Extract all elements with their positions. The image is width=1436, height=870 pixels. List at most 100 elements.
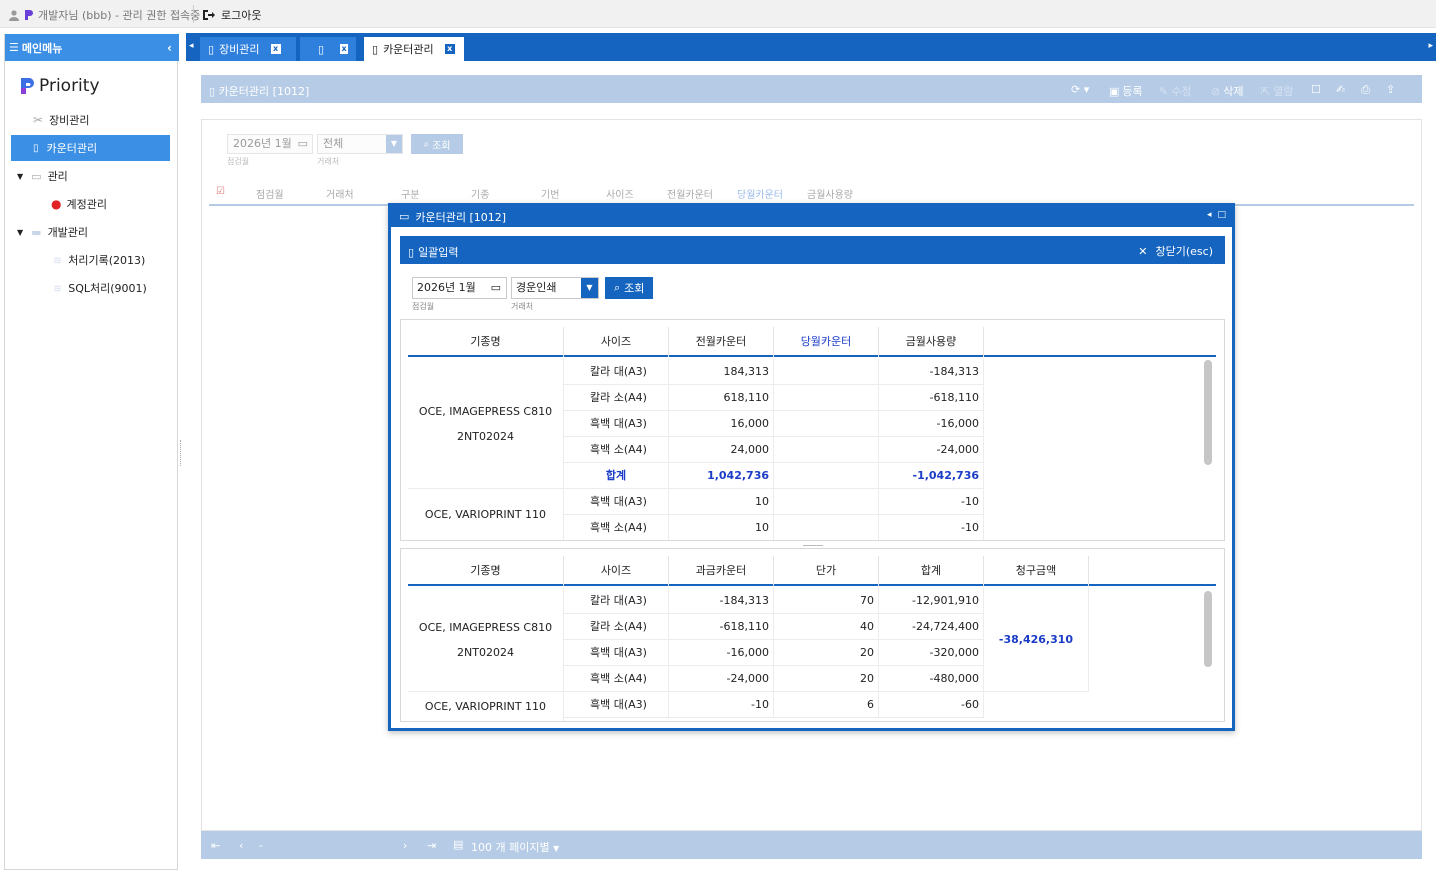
page-size-select[interactable]: 100 개 페이지별 ▼: [471, 839, 559, 855]
column-header[interactable]: 전월카운터: [669, 327, 774, 357]
users-icon: ●: [51, 197, 62, 211]
column-header[interactable]: 당월카운터: [737, 186, 783, 201]
collapse-chevron-icon[interactable]: ‹: [167, 41, 172, 55]
tab-scroll-right-icon[interactable]: ▸: [1428, 41, 1433, 51]
modal-vendor-label: 거래처: [511, 302, 534, 311]
column-header[interactable]: 점검월: [256, 186, 284, 201]
sidebar-item-label: 관리: [47, 170, 68, 183]
close-icon[interactable]: x: [444, 44, 455, 54]
first-page-icon[interactable]: ⇤: [211, 839, 220, 852]
top-bar: 개발자님 (bbb) - 관리 권한 접속중 로그아웃: [0, 0, 1436, 28]
pin-icon[interactable]: ◂: [1207, 210, 1212, 220]
sidebar-item-dev[interactable]: ▼ ▬ 개발관리: [17, 219, 173, 245]
column-header[interactable]: 단가: [774, 556, 879, 586]
column-header[interactable]: 기번: [541, 186, 559, 201]
grid-splitter[interactable]: [803, 545, 823, 547]
curr-count-cell[interactable]: [774, 515, 879, 540]
prev-count-cell: 24,000: [669, 437, 774, 463]
bill-total: -38,426,310: [998, 633, 1074, 646]
column-header[interactable]: 합계: [879, 556, 984, 586]
model-name: OCE, IMAGEPRESS C810: [418, 620, 553, 634]
next-page-icon[interactable]: ›: [403, 839, 407, 852]
tab-document[interactable]: ▯ x: [300, 37, 356, 61]
column-header[interactable]: 금월사용량: [807, 186, 853, 201]
size-cell: 흑백 대(A3): [564, 640, 669, 666]
maximize-icon[interactable]: □: [1217, 210, 1226, 220]
curr-count-cell[interactable]: [774, 437, 879, 463]
print-icon[interactable]: ⎙: [1361, 83, 1370, 97]
tab-scroll-left-icon[interactable]: ◂: [189, 41, 194, 51]
edit-icon: ✎: [1159, 84, 1169, 98]
tab-label: 카운터관리: [383, 43, 434, 56]
modal-vendor-select[interactable]: 경운인쇄 ▼: [511, 277, 599, 299]
sidebar-item-counter[interactable]: ▯ 카운터관리: [11, 135, 170, 161]
write-icon[interactable]: ✍: [1336, 83, 1345, 96]
curr-count-cell[interactable]: [774, 489, 879, 515]
checkbox-icon[interactable]: ☑: [216, 186, 225, 197]
close-icon: ✕: [1138, 244, 1148, 258]
refresh-button[interactable]: ⟳ ▾: [1071, 83, 1089, 96]
close-icon[interactable]: x: [340, 44, 348, 54]
document-icon: ▯: [372, 42, 379, 56]
resize-handle[interactable]: [180, 440, 182, 466]
sidebar-header[interactable]: ☰ 메인메뉴 ‹: [5, 34, 179, 61]
sidebar-item-label: 계정관리: [66, 198, 107, 211]
column-header[interactable]: 사이즈: [606, 186, 634, 201]
curr-count-cell[interactable]: [774, 411, 879, 437]
curr-count-cell[interactable]: [774, 385, 879, 411]
sidebar-item-accounts[interactable]: ● 계정관리: [51, 191, 171, 217]
sidebar-item-process-log[interactable]: ≋ 처리기록(2013): [53, 247, 171, 273]
window-icon: ▭: [399, 210, 410, 223]
column-header[interactable]: 기종명: [408, 327, 564, 357]
scrollbar[interactable]: [1204, 360, 1212, 465]
caret-down-icon: ▼: [553, 844, 560, 853]
tab-counter[interactable]: ▯ 카운터관리 x: [364, 37, 464, 61]
column-header[interactable]: 거래처: [326, 186, 354, 201]
billing-count-cell: -618,110: [669, 614, 774, 640]
tab-equipment[interactable]: ▯ 장비관리 x: [200, 37, 296, 61]
counter-grid-header: 기종명 사이즈 전월카운터 당월카운터 금월사용량: [408, 327, 1216, 357]
modal-header: ▭ 카운터관리 [1012] ◂ □: [391, 206, 1232, 227]
column-header[interactable]: 사이즈: [564, 327, 669, 357]
vendor-select[interactable]: 전체 ▼: [317, 134, 403, 154]
close-modal-button[interactable]: ✕ 창닫기(esc): [1138, 243, 1213, 259]
upload-icon[interactable]: ⇪: [1386, 83, 1395, 96]
pager: ⇤ ‹ - › ⇥ ▤ 100 개 페이지별 ▼: [201, 831, 1422, 859]
window-icon[interactable]: ☐: [1311, 83, 1321, 96]
register-button[interactable]: ▣ 등록: [1109, 83, 1143, 99]
last-page-icon[interactable]: ⇥: [427, 839, 436, 852]
column-header[interactable]: 당월카운터: [774, 327, 879, 357]
chevron-down-icon: ▼: [386, 135, 402, 153]
edit-button[interactable]: ✎ 수정: [1159, 83, 1191, 99]
list-icon: ▤: [453, 838, 464, 851]
register-label: 등록: [1122, 85, 1143, 98]
column-header[interactable]: 전월카운터: [667, 186, 713, 201]
search-button[interactable]: ⌕ 조회: [411, 134, 463, 154]
column-header[interactable]: 구분: [401, 186, 419, 201]
modal-search-button[interactable]: ⌕ 조회: [605, 277, 654, 299]
delete-button[interactable]: ⊘ 삭제: [1211, 83, 1243, 99]
column-header[interactable]: 과금카운터: [669, 556, 774, 586]
column-header[interactable]: 사이즈: [564, 556, 669, 586]
sidebar-item-sql[interactable]: ≋ SQL처리(9001): [53, 275, 171, 301]
sum-cell: -12,901,910: [879, 588, 984, 614]
model-name: OCE, VARIOPRINT 110: [424, 508, 547, 521]
modal-month-input[interactable]: 2026년 1월 ▭: [412, 277, 507, 299]
close-icon[interactable]: x: [270, 44, 281, 54]
sidebar-item-equipment[interactable]: ✂ 장비관리: [33, 107, 173, 133]
logout-button[interactable]: 로그아웃: [202, 7, 261, 23]
sidebar-item-label: 처리기록(2013): [68, 254, 146, 267]
open-button[interactable]: ⇱ 열람: [1261, 83, 1293, 99]
prev-page-icon[interactable]: ‹: [239, 839, 243, 852]
prev-count-cell: 618,110: [669, 385, 774, 411]
sum-cell: -320,000: [879, 640, 984, 666]
delete-icon: ⊘: [1211, 84, 1221, 98]
column-header[interactable]: 기종: [471, 186, 489, 201]
column-header[interactable]: 금월사용량: [879, 327, 984, 357]
month-input[interactable]: 2026년 1월 ▭: [227, 134, 313, 154]
scrollbar[interactable]: [1204, 591, 1212, 667]
curr-count-cell[interactable]: [774, 359, 879, 385]
column-header[interactable]: 기종명: [408, 556, 564, 586]
column-header[interactable]: 청구금액: [984, 556, 1089, 586]
sidebar-item-manage[interactable]: ▼ ▭ 관리: [17, 163, 173, 189]
